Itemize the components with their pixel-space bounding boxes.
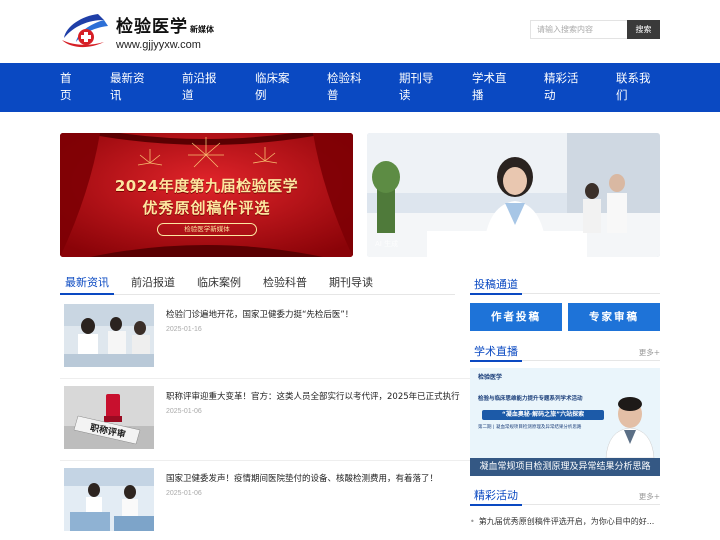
article-item[interactable]: 国家卫健委发声！疫情期间医院垫付的设备、核酸检测费用，有着落了！ 2025-01…: [60, 468, 472, 538]
live-card-logo: 检验医学: [478, 374, 503, 381]
tab-clinical-cases[interactable]: 临床案例: [197, 274, 241, 290]
nav-item-lab-science[interactable]: 检验科普: [327, 70, 363, 104]
nav-item-journal-guide[interactable]: 期刊导读: [399, 70, 435, 104]
tab-latest-news[interactable]: 最新资讯: [65, 274, 109, 290]
main-nav: 首页 最新资讯 前沿报道 临床案例 检验科普 期刊导读 学术直播 精彩活动 联系…: [0, 63, 720, 112]
submission-section-header: 投稿通道: [470, 274, 660, 295]
article-item[interactable]: 职称评审 职称评审迎重大变革！官方：这类人员全部实行以考代评，2025年已正式执…: [60, 386, 472, 456]
article-date: 2025-01-06: [166, 490, 202, 497]
article-title[interactable]: 职称评审迎重大变革！官方：这类人员全部实行以考代评，2025年已正式执行: [166, 390, 472, 402]
banner-doctor-photo[interactable]: AI 生成: [367, 133, 660, 257]
article-date: 2025-01-16: [166, 326, 202, 333]
nav-item-home[interactable]: 首页: [60, 70, 76, 104]
live-session-caption[interactable]: 凝血常规项目检测原理及异常结果分析思路: [470, 458, 660, 476]
nav-item-academic-live[interactable]: 学术直播: [472, 70, 508, 104]
events-section-title: 精彩活动: [474, 489, 518, 502]
nav-item-clinical-cases[interactable]: 临床案例: [255, 70, 291, 104]
brand-url: www.gjjyyxw.com: [116, 39, 201, 51]
brand-subtitle: 新媒体: [190, 25, 214, 34]
live-card-headline: 检验与临床思维能力提升专题系列学术活动: [478, 396, 583, 402]
site-header: 检验医学新媒体 www.gjjyyxw.com 搜索: [0, 0, 720, 63]
nav-item-contact-us[interactable]: 联系我们: [616, 70, 652, 104]
live-card-banner: “凝血奥秘·解码之旅”六站探索: [501, 411, 585, 418]
banner-badge: 检验医学新媒体: [157, 223, 257, 236]
section-title-underline: [470, 293, 522, 295]
news-tabs: 最新资讯 前沿报道 临床案例 检验科普 期刊导读: [60, 271, 455, 295]
article-date: 2025-01-06: [166, 408, 202, 415]
search-button[interactable]: 搜索: [627, 20, 660, 39]
bullet-icon: •: [470, 517, 475, 526]
expert-review-button[interactable]: 专家审稿: [568, 303, 660, 331]
article-thumbnail[interactable]: [64, 468, 154, 531]
events-more-link[interactable]: 更多+: [639, 491, 660, 502]
live-section-title: 学术直播: [474, 345, 518, 358]
banner-title-line2: 优秀原创稿件评选: [142, 199, 271, 217]
article-divider: [60, 460, 472, 461]
banner-award-selection[interactable]: 2024年度第九届检验医学 优秀原创稿件评选 检验医学新媒体: [60, 133, 353, 257]
nav-item-latest-news[interactable]: 最新资讯: [110, 70, 146, 104]
event-item-label: 第九届优秀原创稿件评选开启，为你心目中的好...: [478, 517, 655, 526]
active-tab-indicator: [60, 293, 114, 295]
article-thumbnail[interactable]: 职称评审: [64, 386, 154, 449]
nav-item-events[interactable]: 精彩活动: [544, 70, 580, 104]
brand-title: 检验医学: [116, 17, 188, 37]
author-submit-button[interactable]: 作者投稿: [470, 303, 562, 331]
live-section-header: 学术直播 更多+: [470, 341, 660, 362]
section-title-underline: [470, 504, 522, 506]
article-item[interactable]: 检验门诊遍地开花，国家卫健委力挺“先检后医”！ 2025-01-16: [60, 304, 472, 374]
live-more-link[interactable]: 更多+: [639, 347, 660, 358]
article-title[interactable]: 检验门诊遍地开花，国家卫健委力挺“先检后医”！: [166, 308, 472, 320]
ai-generated-tag: AI 生成: [375, 240, 399, 248]
event-list-item[interactable]: • 第九届优秀原创稿件评选开启，为你心目中的好...: [470, 516, 660, 527]
submission-section-title: 投稿通道: [474, 278, 518, 291]
section-title-underline: [470, 360, 522, 362]
live-session-card[interactable]: 检验医学 检验与临床思维能力提升专题系列学术活动 “凝血奥秘·解码之旅”六站探索…: [470, 368, 660, 476]
doctor-photo-image: [367, 133, 660, 257]
article-divider: [60, 378, 472, 379]
search-input[interactable]: [530, 20, 628, 39]
events-section-header: 精彩活动 更多+: [470, 485, 660, 506]
logo-icon[interactable]: [60, 12, 112, 50]
article-thumbnail[interactable]: [64, 304, 154, 367]
tab-journal-guide[interactable]: 期刊导读: [329, 274, 373, 290]
live-card-session: 第二期 | 凝血常规项目检测原理及异常结果分析思路: [478, 425, 582, 430]
tab-lab-science[interactable]: 检验科普: [263, 274, 307, 290]
brand-block[interactable]: 检验医学 新媒体 www.gjjyyxw.com: [116, 12, 214, 51]
banner-title-line1: 2024年度第九届检验医学: [114, 177, 299, 195]
tab-frontier-reports[interactable]: 前沿报道: [131, 274, 175, 290]
article-title[interactable]: 国家卫健委发声！疫情期间医院垫付的设备、核酸检测费用，有着落了！: [166, 472, 472, 484]
nav-item-frontier-reports[interactable]: 前沿报道: [182, 70, 218, 104]
